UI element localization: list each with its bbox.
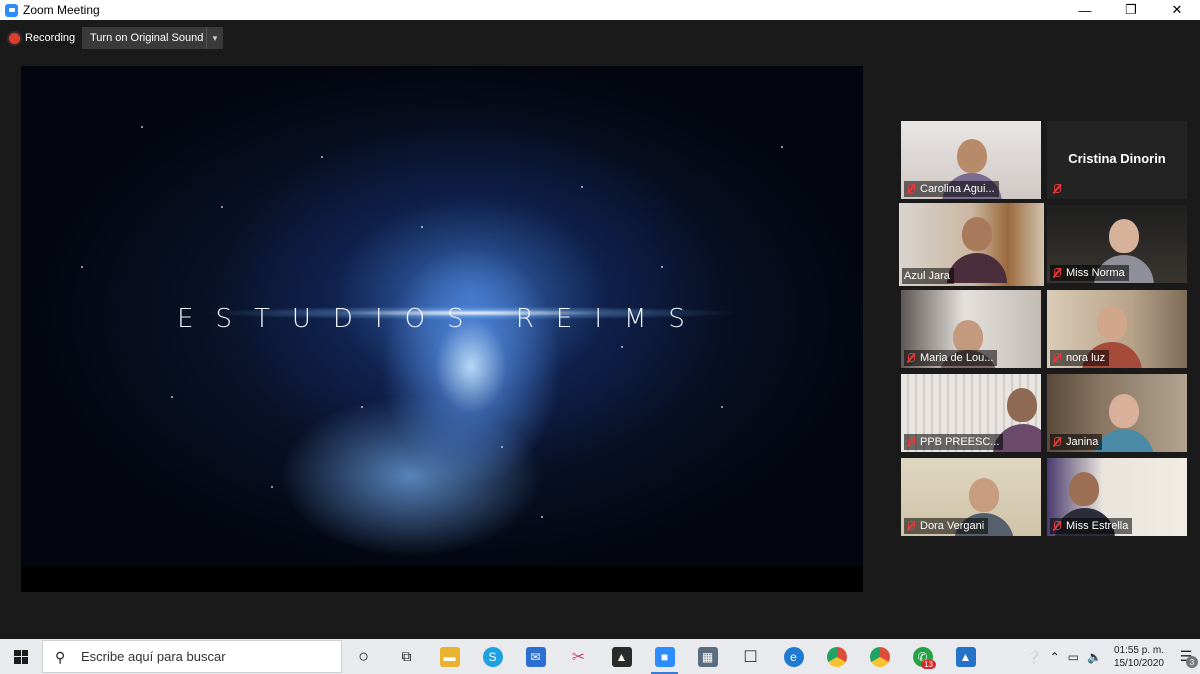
participant-tile[interactable]: Janina [1047, 374, 1187, 452]
system-tray: ❔ ⌃ ▭ 🔈 01:55 p. m. 15/10/2020 ☰ 3 [1023, 639, 1200, 674]
star [661, 266, 663, 268]
star [501, 446, 503, 448]
participant-tile[interactable]: PPB PREESC... [901, 374, 1041, 452]
edge-icon[interactable]: e [772, 639, 815, 674]
participant-name-tag: Maria de Lou... [904, 350, 998, 366]
action-center-button[interactable]: ☰ 3 [1172, 639, 1200, 674]
participant-name-tag: Janina [1050, 434, 1103, 450]
network-icon[interactable]: ▭ [1064, 650, 1083, 664]
star [81, 266, 83, 268]
star [321, 156, 323, 158]
participant-name-tag: PPB PREESC... [904, 434, 1004, 450]
star [541, 516, 543, 518]
whatsapp-badge: 13 [921, 660, 936, 669]
whatsapp-icon[interactable]: ✆ 13 [901, 639, 944, 674]
taskbar-clock[interactable]: 01:55 p. m. 15/10/2020 [1106, 644, 1172, 670]
participant-name-tag: Miss Estrella [1050, 518, 1133, 534]
mic-muted-icon [906, 184, 915, 194]
mic-muted-icon [1052, 184, 1061, 194]
participant-name-tag: Dora Vergani [904, 518, 989, 534]
participant-tile[interactable]: Miss Estrella [1047, 458, 1187, 536]
star [171, 396, 173, 398]
mic-muted-icon [1052, 268, 1061, 278]
search-icon: ⚲ [55, 648, 66, 665]
participant-tile[interactable]: Miss Norma [1047, 205, 1187, 283]
mic-muted-icon [906, 521, 915, 531]
volume-icon[interactable]: 🔈 [1083, 650, 1106, 664]
participant-name-tag: Carolina Agui... [904, 181, 999, 197]
shared-screen[interactable]: ESTUDIOS REIMS [21, 66, 863, 592]
star [421, 226, 423, 228]
help-icon[interactable]: ❔ [1023, 650, 1046, 664]
star [271, 486, 273, 488]
chevron-down-icon[interactable]: ▼ [206, 27, 223, 49]
space-nebula-image: ESTUDIOS REIMS [21, 66, 863, 566]
chrome-icon[interactable] [815, 639, 858, 674]
record-dot-icon [9, 32, 20, 44]
star [361, 406, 363, 408]
participant-name-tag: Azul Jara [902, 268, 954, 284]
skype-icon[interactable]: S [471, 639, 514, 674]
participant-tile[interactable]: Cristina Dinorin [1047, 121, 1187, 199]
cortana-icon[interactable]: ○ [342, 639, 385, 674]
window-title: Zoom Meeting [23, 3, 100, 17]
mic-muted-icon [1052, 437, 1061, 447]
participant-name-tag [1050, 181, 1070, 197]
snip-icon[interactable]: ✂ [557, 639, 600, 674]
taskbar-search-input[interactable]: ⚲ Escribe aquí para buscar [42, 640, 342, 673]
photo-viewer-icon[interactable]: ▲ [944, 639, 987, 674]
photos-icon[interactable]: ▲ [600, 639, 643, 674]
feedback-icon[interactable]: ☐ [729, 639, 772, 674]
search-placeholder: Escribe aquí para buscar [81, 649, 226, 664]
clock-time: 01:55 p. m. [1113, 644, 1164, 656]
shared-screen-title: ESTUDIOS REIMS [177, 304, 707, 334]
chevron-up-icon[interactable]: ⌃ [1046, 650, 1064, 664]
participant-name-tag: Miss Norma [1050, 265, 1129, 281]
mic-muted-icon [906, 437, 915, 447]
close-button[interactable]: ✕ [1154, 0, 1200, 20]
clock-date: 15/10/2020 [1113, 657, 1164, 669]
minimize-button[interactable]: — [1062, 0, 1108, 20]
star [221, 206, 223, 208]
recording-indicator[interactable]: Recording [9, 28, 75, 48]
start-button[interactable] [0, 639, 42, 674]
title-bar: Zoom Meeting — ❐ ✕ [0, 0, 1200, 20]
participant-name-tag: nora luz [1050, 350, 1110, 366]
restore-button[interactable]: ❐ [1108, 0, 1154, 20]
meeting-toolbar: Recording Turn on Original Sound ▼ [0, 20, 1200, 66]
mic-muted-icon [906, 353, 915, 363]
calculator-icon[interactable]: ▦ [686, 639, 729, 674]
star [581, 186, 583, 188]
original-sound-button[interactable]: Turn on Original Sound ▼ [82, 27, 223, 49]
participant-tile[interactable]: nora luz [1047, 290, 1187, 368]
window-controls: — ❐ ✕ [1062, 0, 1200, 20]
star [621, 346, 623, 348]
star [721, 406, 723, 408]
recording-label: Recording [25, 32, 76, 44]
notification-count: 3 [1186, 656, 1198, 668]
participant-tile[interactable]: Maria de Lou... [901, 290, 1041, 368]
participant-name-center: Cristina Dinorin [1068, 151, 1166, 166]
mic-muted-icon [1052, 521, 1061, 531]
windows-taskbar: ⚲ Escribe aquí para buscar ○ ⧉ ▬ S ✉ ✂ ▲… [0, 639, 1200, 674]
file-explorer-icon[interactable]: ▬ [428, 639, 471, 674]
zoom-icon[interactable]: ■ [643, 639, 686, 674]
star [141, 126, 143, 128]
mail-icon[interactable]: ✉ [514, 639, 557, 674]
original-sound-label: Turn on Original Sound [90, 32, 204, 44]
chrome-icon-2[interactable] [858, 639, 901, 674]
zoom-logo-icon [5, 3, 18, 17]
star [781, 146, 783, 148]
task-view-icon[interactable]: ⧉ [385, 639, 428, 674]
participant-tile[interactable]: Dora Vergani [901, 458, 1041, 536]
windows-logo-icon [14, 649, 28, 664]
participant-tile[interactable]: Carolina Agui... [901, 121, 1041, 199]
mic-muted-icon [1052, 353, 1061, 363]
participant-tile-active-speaker[interactable]: Azul Jara [899, 203, 1044, 286]
